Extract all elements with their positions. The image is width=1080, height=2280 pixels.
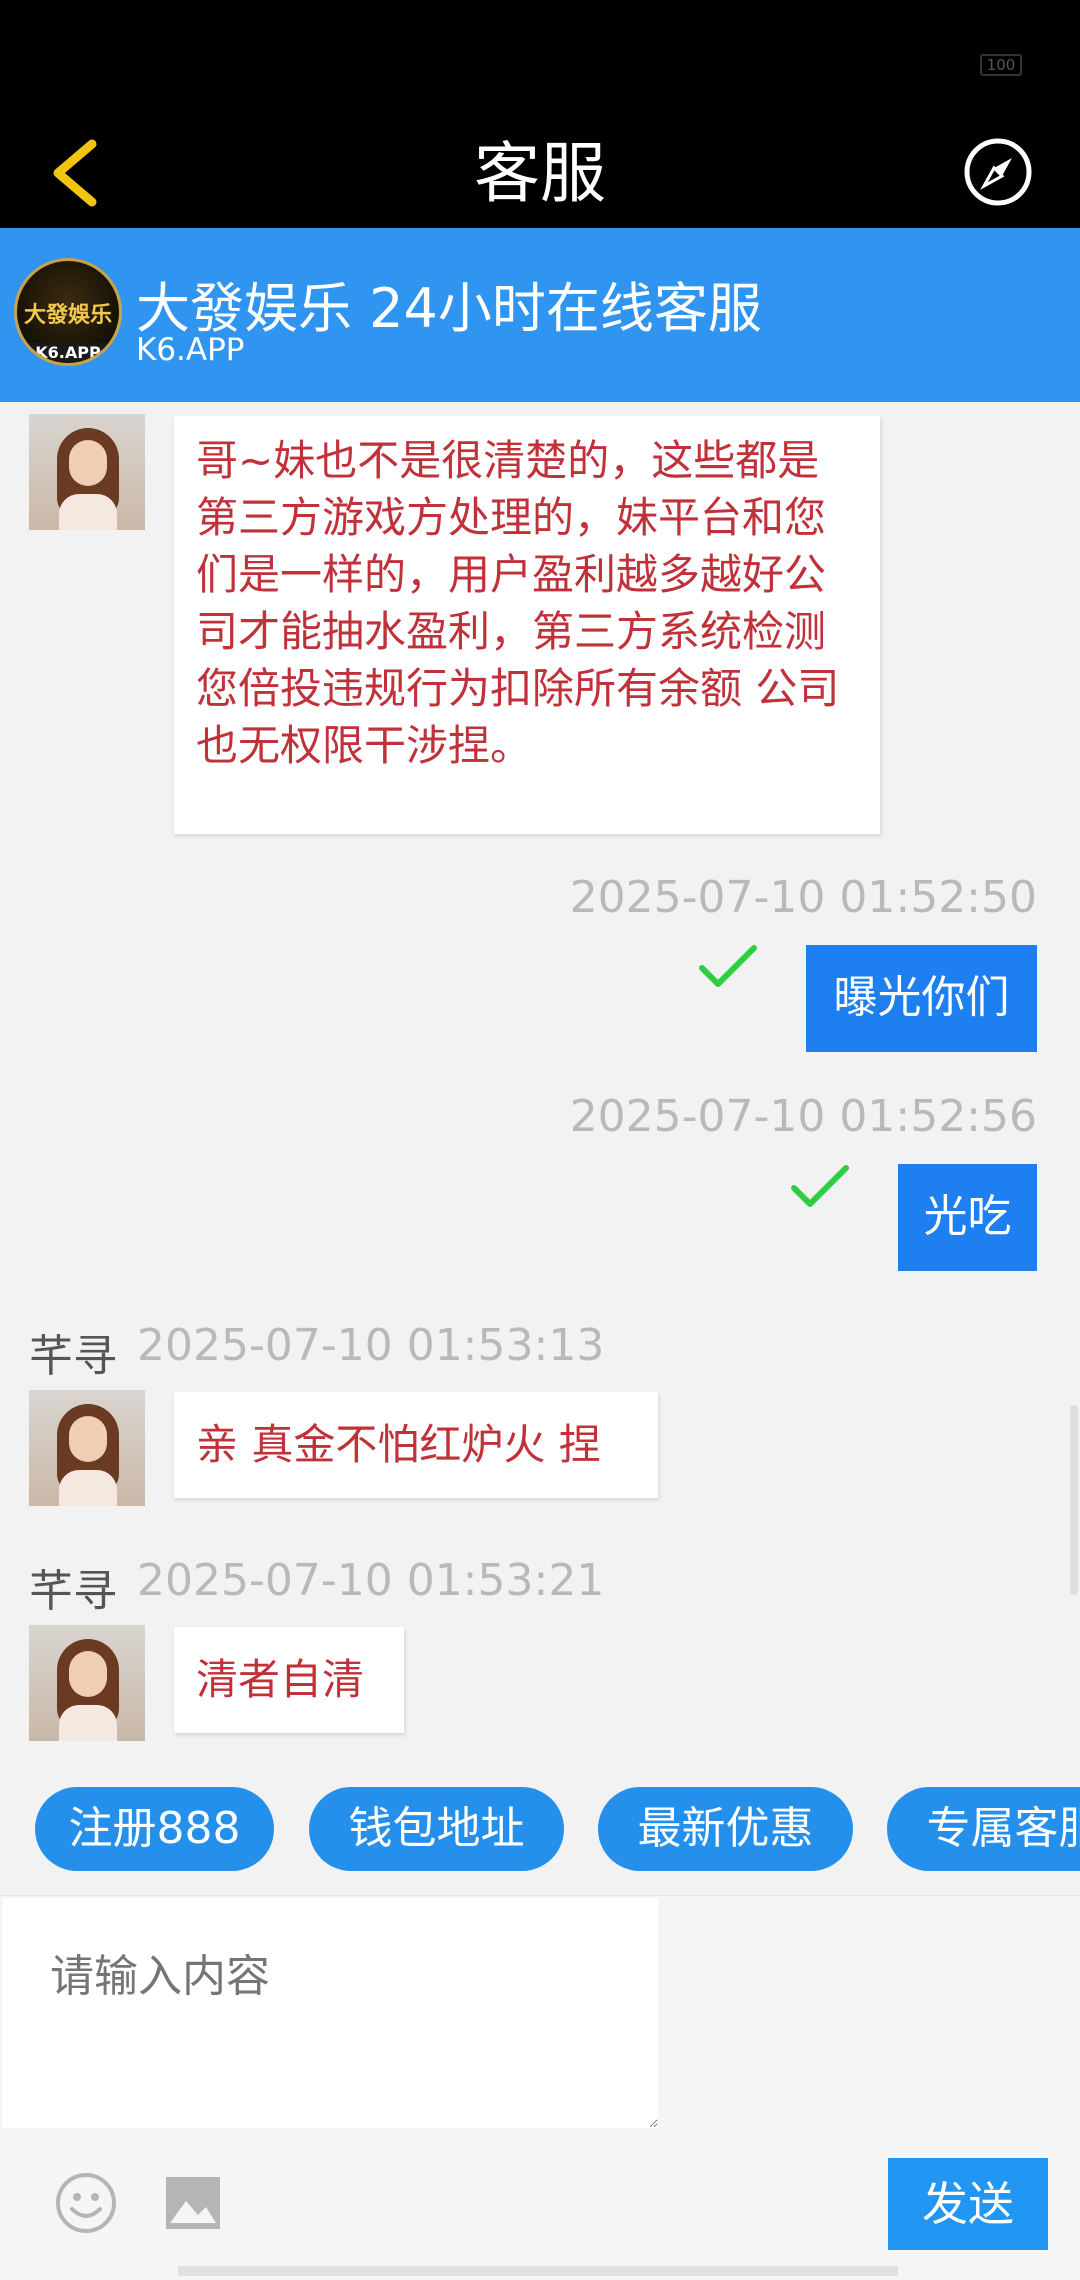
message-bubble-incoming: 清者自清	[174, 1627, 404, 1733]
page-title: 客服	[474, 135, 606, 212]
message-bubble-incoming: 哥~妹也不是很清楚的，这些都是第三方游戏方处理的，妹平台和您们是一样的，用户盈利…	[174, 416, 880, 834]
delivered-check-icon	[699, 945, 757, 987]
divider	[178, 2266, 898, 2276]
quick-reply-exclusive-service[interactable]: 专属客服	[887, 1787, 1080, 1871]
quick-reply-promotions[interactable]: 最新优惠	[598, 1787, 853, 1871]
message-composer: 发送	[0, 1895, 1080, 2280]
delivered-check-icon	[791, 1165, 849, 1207]
nav-bar: 客服	[0, 120, 1080, 228]
agent-avatar	[29, 1625, 145, 1741]
image-icon[interactable]	[164, 2175, 222, 2231]
message-timestamp: 2025-07-10 01:52:56	[569, 1091, 1037, 1142]
quick-reply-register[interactable]: 注册888	[35, 1787, 274, 1871]
message-input[interactable]	[2, 1898, 658, 2128]
message-bubble-outgoing: 曝光你们	[806, 945, 1037, 1052]
chat-area[interactable]: 哥~妹也不是很清楚的，这些都是第三方游戏方处理的，妹平台和您们是一样的，用户盈利…	[0, 402, 1080, 1757]
message-timestamp: 2025-07-10 01:53:13	[137, 1320, 605, 1371]
logo-text: 大發娛乐	[23, 303, 112, 328]
emoji-icon[interactable]	[54, 2171, 118, 2235]
agent-avatar	[29, 1390, 145, 1506]
sender-name: 芊寻	[29, 1331, 117, 1382]
sender-name: 芊寻	[29, 1566, 117, 1617]
status-bar: 100	[0, 0, 1080, 120]
send-button[interactable]: 发送	[888, 2158, 1048, 2250]
logo-subtext: K6.APP	[17, 343, 119, 362]
scrollbar[interactable]	[1070, 1405, 1078, 1595]
compass-icon[interactable]	[960, 134, 1036, 210]
message-timestamp: 2025-07-10 01:52:50	[569, 872, 1037, 923]
brand-subtitle: K6.APP	[136, 332, 245, 368]
agent-avatar	[29, 414, 145, 530]
message-timestamp: 2025-07-10 01:53:21	[137, 1555, 605, 1606]
battery-indicator: 100	[980, 54, 1022, 76]
brand-header: 大發娛乐 K6.APP 大發娱乐 24小时在线客服 K6.APP	[0, 228, 1080, 402]
quick-reply-wallet[interactable]: 钱包地址	[309, 1787, 564, 1871]
brand-logo: 大發娛乐 K6.APP	[14, 258, 122, 366]
quick-reply-bar[interactable]: 注册888 钱包地址 最新优惠 专属客服	[0, 1757, 1080, 1895]
message-bubble-incoming: 亲 真金不怕红炉火 捏	[174, 1392, 658, 1498]
message-bubble-outgoing: 光吃	[898, 1164, 1037, 1271]
